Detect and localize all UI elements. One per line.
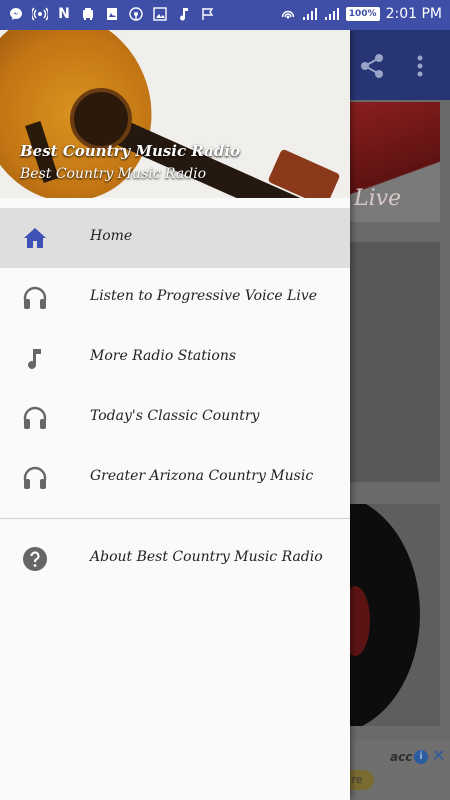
share-icon [358, 52, 386, 80]
guitar-soundhole [70, 88, 132, 150]
train-icon [80, 6, 96, 22]
image-icon [152, 6, 168, 22]
status-bar: N 100% 2:01 PM [0, 0, 450, 30]
menu-item-label: More Radio Stations [90, 348, 237, 364]
background-card [350, 504, 440, 726]
headphones-icon [22, 465, 48, 491]
status-time: 2:01 PM [385, 6, 442, 22]
close-icon: ✕ [432, 746, 446, 765]
headphones-icon [22, 285, 48, 311]
menu-item-about[interactable]: About Best Country Music Radio [0, 529, 350, 589]
menu-item-label: Greater Arizona Country Music [90, 468, 314, 484]
n-icon: N [58, 6, 70, 22]
menu-item-label: Home [90, 228, 133, 244]
drawer-subtitle: Best Country Music Radio [20, 166, 207, 182]
menu-item-label: About Best Country Music Radio [90, 549, 323, 565]
ad-banner: re acc i ✕ [340, 740, 450, 800]
signal-icon [324, 6, 340, 22]
flag-icon [200, 6, 216, 22]
ad-text: acc [390, 750, 413, 764]
music-note-icon [22, 345, 48, 371]
music-note-icon [176, 6, 192, 22]
broadcast-icon [128, 6, 144, 22]
menu-item-progressive-voice-live[interactable]: Listen to Progressive Voice Live [0, 268, 350, 328]
background-card-text: Live [354, 186, 402, 211]
headphones-icon [22, 405, 48, 431]
home-icon [22, 225, 48, 251]
background-app: Live re acc i ✕ [340, 30, 450, 800]
background-card [350, 242, 440, 482]
menu-item-todays-classic-country[interactable]: Today's Classic Country [0, 388, 350, 448]
menu-divider [0, 518, 350, 519]
menu-item-greater-arizona-country-music[interactable]: Greater Arizona Country Music [0, 448, 350, 508]
info-icon: i [414, 750, 428, 764]
status-right-icons: 100% 2:01 PM [280, 6, 442, 22]
battery-icon: 100% [345, 7, 380, 21]
navigation-drawer: Best Country Music Radio Best Country Mu… [0, 30, 350, 800]
more-vert-icon [414, 52, 426, 80]
help-icon [22, 546, 48, 572]
signal-icon [302, 6, 318, 22]
status-left-icons: N [8, 6, 216, 22]
drawer-menu: Home Listen to Progressive Voice Live Mo… [0, 208, 350, 589]
radio-icon [32, 6, 48, 22]
menu-item-home[interactable]: Home [0, 208, 350, 268]
background-toolbar [350, 30, 450, 100]
menu-item-label: Today's Classic Country [90, 408, 260, 424]
menu-item-more-radio-stations[interactable]: More Radio Stations [0, 328, 350, 388]
menu-item-label: Listen to Progressive Voice Live [90, 288, 318, 304]
photo-icon [104, 6, 120, 22]
background-card: Live [350, 102, 440, 222]
drawer-title: Best Country Music Radio [20, 142, 241, 160]
hotspot-icon [280, 6, 296, 22]
messenger-icon [8, 6, 24, 22]
drawer-header: Best Country Music Radio Best Country Mu… [0, 30, 350, 198]
